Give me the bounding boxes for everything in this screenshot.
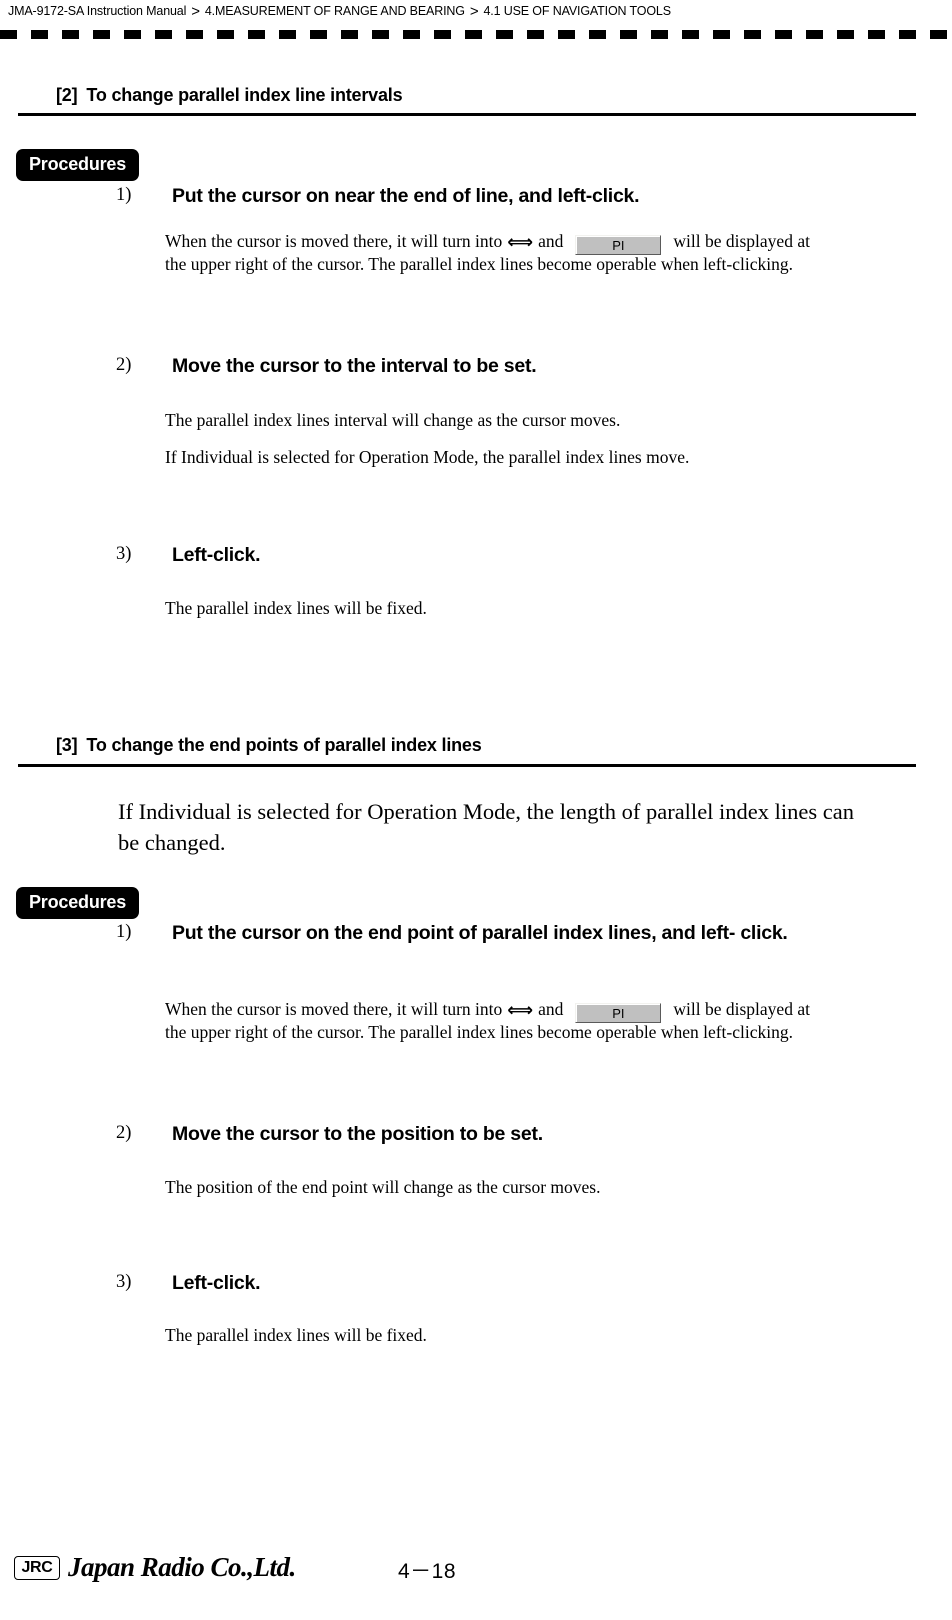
breadcrumb-separator-icon: > [469, 3, 479, 20]
procedures-badge-1: Procedures [16, 149, 140, 181]
section-3-intro-line1: If Individual is selected for Operation … [118, 799, 855, 824]
step-3-1-body: When the cursor is moved there, it will … [165, 998, 952, 1044]
section-title-2: To change parallel index line intervals [86, 85, 403, 105]
step-2-2-body-line2: If Individual is selected for Operation … [165, 447, 690, 467]
procedures-label: Procedures [29, 153, 127, 174]
step-2-1-body: When the cursor is moved there, it will … [165, 230, 952, 276]
company-name: Japan Radio Co.,Ltd. [68, 1552, 296, 1582]
step-number: 2) [116, 1123, 132, 1143]
section-heading-3: [3] To change the end points of parallel … [56, 735, 482, 756]
step-title: Put the cursor on near the end of line, … [172, 185, 640, 207]
step-title: Left-click. [172, 544, 261, 566]
step-2-1-body-line1: When the cursor is moved there, it will … [165, 230, 952, 255]
step-2-2-body-line1: The parallel index lines interval will c… [165, 410, 621, 430]
step-2-1-body-line2: the upper right of the cursor. The paral… [165, 254, 793, 274]
step-2-3-body-line1: The parallel index lines will be fixed. [165, 598, 427, 618]
section-tag-2: [2] [56, 85, 78, 105]
step-3-3-body-line1: The parallel index lines will be fixed. [165, 1325, 427, 1345]
step-title-line1: Put the cursor on the end point of paral… [172, 922, 736, 944]
step-3-1-body-line2: the upper right of the cursor. The paral… [165, 1022, 793, 1042]
body-text-pre: When the cursor is moved there, it will … [165, 231, 503, 251]
pi-button[interactable]: PI [575, 235, 662, 255]
step-number: 1) [116, 185, 132, 205]
header-dashed-rule [0, 30, 952, 39]
step-title: Move the cursor to the position to be se… [172, 1123, 543, 1145]
step-number: 2) [116, 355, 132, 375]
procedures-label: Procedures [29, 891, 127, 912]
body-text-post: will be displayed at [673, 999, 810, 1019]
section-title-3: To change the end points of parallel ind… [86, 735, 482, 755]
body-text-mid: and [538, 231, 564, 251]
breadcrumb: JMA-9172-SA Instruction Manual > 4.MEASU… [8, 0, 938, 22]
step-title-line2: click. [740, 922, 788, 944]
section-tag-3: [3] [56, 735, 78, 755]
section-rule-3 [18, 764, 916, 767]
page-footer: JRC Japan Radio Co.,Ltd. 4－18 [0, 1552, 952, 1606]
step-title: Move the cursor to the interval to be se… [172, 355, 537, 377]
section-heading-2: [2] To change parallel index line interva… [56, 85, 403, 106]
section-3-intro-line2: be changed. [118, 830, 226, 855]
section-3-intro: If Individual is selected for Operation … [118, 796, 938, 858]
breadcrumb-chapter: 4.MEASUREMENT OF RANGE AND BEARING [204, 4, 465, 18]
jrc-logo-icon: JRC [14, 1556, 60, 1580]
document-page: JMA-9172-SA Instruction Manual > 4.MEASU… [0, 0, 952, 1620]
section-rule-2 [18, 113, 916, 116]
page-number: 4－18 [398, 1560, 457, 1583]
step-title: Left-click. [172, 1272, 261, 1294]
step-3-2-body-line1: The position of the end point will chang… [165, 1177, 601, 1197]
breadcrumb-separator-icon: > [191, 3, 200, 20]
step-number: 1) [116, 922, 132, 942]
body-text-post: will be displayed at [673, 231, 810, 251]
step-3-1-body-line1: When the cursor is moved there, it will … [165, 998, 952, 1023]
pi-button[interactable]: PI [575, 1003, 662, 1023]
step-number: 3) [116, 1272, 132, 1292]
breadcrumb-section: 4.1 USE OF NAVIGATION TOOLS [483, 4, 671, 18]
step-title: Put the cursor on the end point of paral… [172, 920, 932, 946]
resize-arrow-icon: ⟺ [507, 1000, 534, 1021]
procedures-badge-2: Procedures [16, 887, 140, 919]
body-text-pre: When the cursor is moved there, it will … [165, 999, 503, 1019]
step-number: 3) [116, 544, 132, 564]
breadcrumb-manual: JMA-9172-SA Instruction Manual [8, 4, 187, 18]
body-text-mid: and [538, 999, 564, 1019]
resize-arrow-icon: ⟺ [507, 232, 534, 253]
